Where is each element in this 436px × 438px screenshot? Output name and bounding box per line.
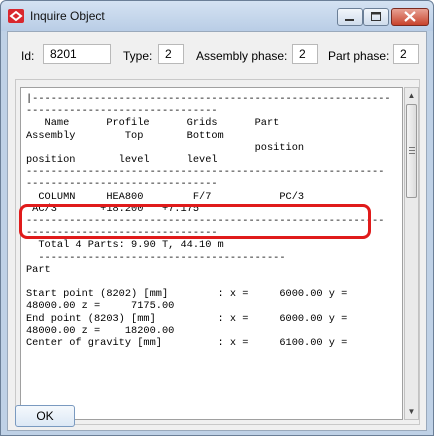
maximize-icon [371, 12, 381, 21]
type-label: Type: [123, 49, 153, 63]
ok-button[interactable]: OK [15, 405, 75, 427]
scroll-down-icon[interactable]: ▼ [406, 405, 417, 419]
id-field[interactable]: 8201 [43, 44, 111, 64]
object-fields: Id: 8201 Type: 2 Assembly phase: 2 Part … [8, 32, 428, 72]
window-title: Inquire Object [30, 9, 105, 23]
part-phase-label: Part phase: [328, 49, 390, 63]
scrollbar-thumb[interactable] [406, 104, 417, 198]
title-bar[interactable]: Inquire Object [1, 1, 433, 31]
assembly-phase-field[interactable]: 2 [292, 44, 318, 64]
part-phase-field[interactable]: 2 [393, 44, 419, 64]
minimize-icon [345, 19, 354, 21]
close-button[interactable] [391, 8, 429, 26]
close-icon [404, 11, 416, 22]
id-label: Id: [21, 49, 35, 63]
scroll-up-icon[interactable]: ▲ [406, 89, 417, 103]
report-group: |---------------------------------------… [15, 79, 420, 425]
maximize-button[interactable] [363, 8, 389, 26]
vertical-scrollbar[interactable]: ▲ ▼ [404, 87, 419, 420]
inquire-object-window: Inquire Object Id: 8201 Type: 2 Assembly… [0, 0, 434, 436]
report-text: |---------------------------------------… [26, 93, 391, 350]
dialog-body: Id: 8201 Type: 2 Assembly phase: 2 Part … [7, 31, 427, 431]
app-icon [8, 9, 24, 23]
assembly-phase-label: Assembly phase: [196, 49, 288, 63]
report-text-area[interactable]: |---------------------------------------… [20, 87, 403, 420]
minimize-button[interactable] [337, 8, 363, 26]
type-field[interactable]: 2 [158, 44, 184, 64]
